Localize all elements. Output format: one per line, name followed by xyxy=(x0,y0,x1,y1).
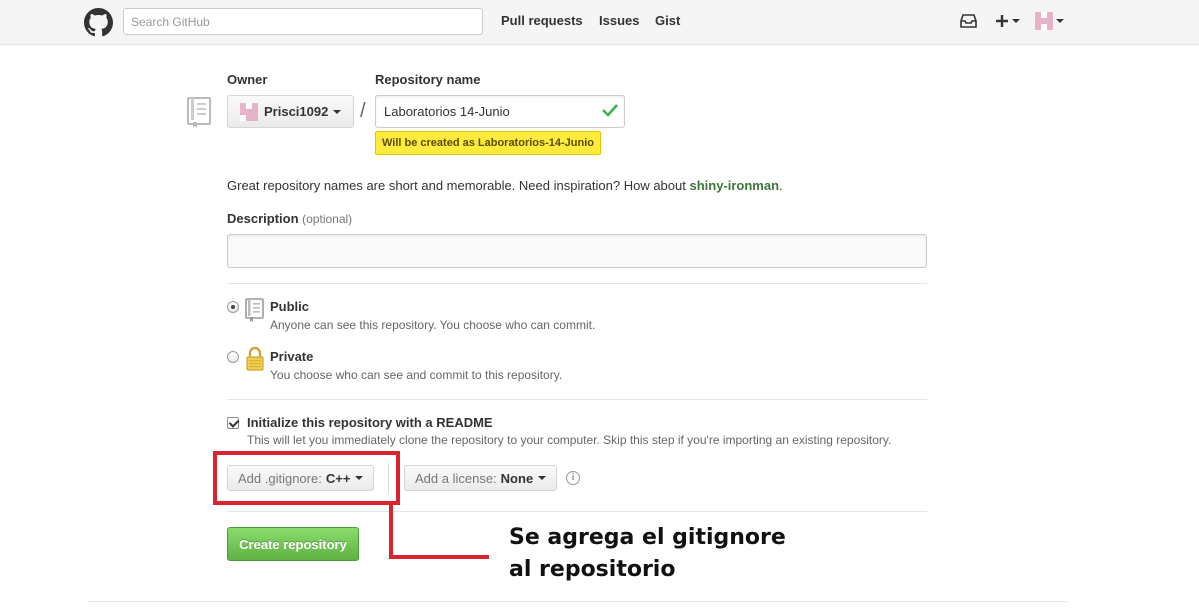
create-repository-button[interactable]: Create repository xyxy=(227,527,359,561)
license-value: None xyxy=(500,470,534,486)
footer-divider xyxy=(87,601,1067,602)
github-logo-icon[interactable] xyxy=(84,8,113,37)
repo-name-label: Repository name xyxy=(375,72,481,87)
description-label: Description (optional) xyxy=(227,211,352,226)
public-option-title: Public xyxy=(270,299,310,314)
private-option-desc: You choose who can see and commit to thi… xyxy=(270,368,563,382)
plus-icon xyxy=(996,15,1008,27)
owner-value: Prisci1092 xyxy=(264,104,329,119)
owner-select[interactable]: Prisci1092 xyxy=(227,95,354,128)
path-separator: / xyxy=(360,100,366,122)
checkmark-icon xyxy=(602,104,618,117)
lock-icon xyxy=(246,346,264,371)
divider xyxy=(227,399,927,400)
description-input[interactable] xyxy=(227,234,927,268)
hint-end: . xyxy=(779,178,783,193)
repo-icon xyxy=(187,97,211,128)
user-menu[interactable] xyxy=(1035,10,1064,32)
public-repo-icon xyxy=(245,298,264,322)
readme-title: Initialize this repository with a README xyxy=(247,415,493,430)
divider xyxy=(227,283,927,284)
hint-text: Great repository names are short and mem… xyxy=(227,178,690,193)
nav-gist[interactable]: Gist xyxy=(655,13,680,28)
name-suggestion-link[interactable]: shiny-ironman xyxy=(689,178,779,193)
name-hint: Great repository names are short and mem… xyxy=(227,178,783,193)
chevron-down-icon xyxy=(538,476,547,480)
owner-avatar xyxy=(240,102,258,121)
chevron-down-icon xyxy=(1012,19,1020,23)
private-radio[interactable] xyxy=(227,351,239,363)
description-label-text: Description xyxy=(227,211,299,226)
annotation-connector xyxy=(389,505,393,559)
annotation-connector xyxy=(389,555,489,559)
notifications-inbox-icon[interactable] xyxy=(960,10,977,32)
readme-checkbox[interactable] xyxy=(227,417,239,429)
repo-name-input[interactable] xyxy=(375,95,625,128)
divider xyxy=(227,511,927,512)
public-radio[interactable] xyxy=(227,301,239,313)
annotation-text: Se agrega el gitignore al repositorio xyxy=(509,525,786,582)
create-new-menu[interactable] xyxy=(995,10,1020,32)
avatar xyxy=(1035,12,1053,30)
private-option-title: Private xyxy=(270,349,314,364)
readme-desc: This will let you immediately clone the … xyxy=(247,433,892,447)
chevron-down-icon xyxy=(333,109,342,114)
repo-name-tooltip: Will be created as Laboratorios-14-Junio xyxy=(375,131,602,155)
info-icon[interactable]: i xyxy=(566,471,580,485)
license-select[interactable]: Add a license: None xyxy=(404,465,558,491)
annotation-highlight-box xyxy=(213,451,400,505)
optional-tag: (optional) xyxy=(302,212,353,226)
nav-pull-requests[interactable]: Pull requests xyxy=(501,13,583,28)
top-header: Pull requests Issues Gist xyxy=(0,0,1199,45)
search-input[interactable] xyxy=(123,8,483,35)
public-option-desc: Anyone can see this repository. You choo… xyxy=(270,318,596,332)
license-label: Add a license: xyxy=(415,470,497,486)
nav-issues[interactable]: Issues xyxy=(599,13,639,28)
chevron-down-icon xyxy=(1056,19,1064,23)
owner-label: Owner xyxy=(227,72,268,87)
